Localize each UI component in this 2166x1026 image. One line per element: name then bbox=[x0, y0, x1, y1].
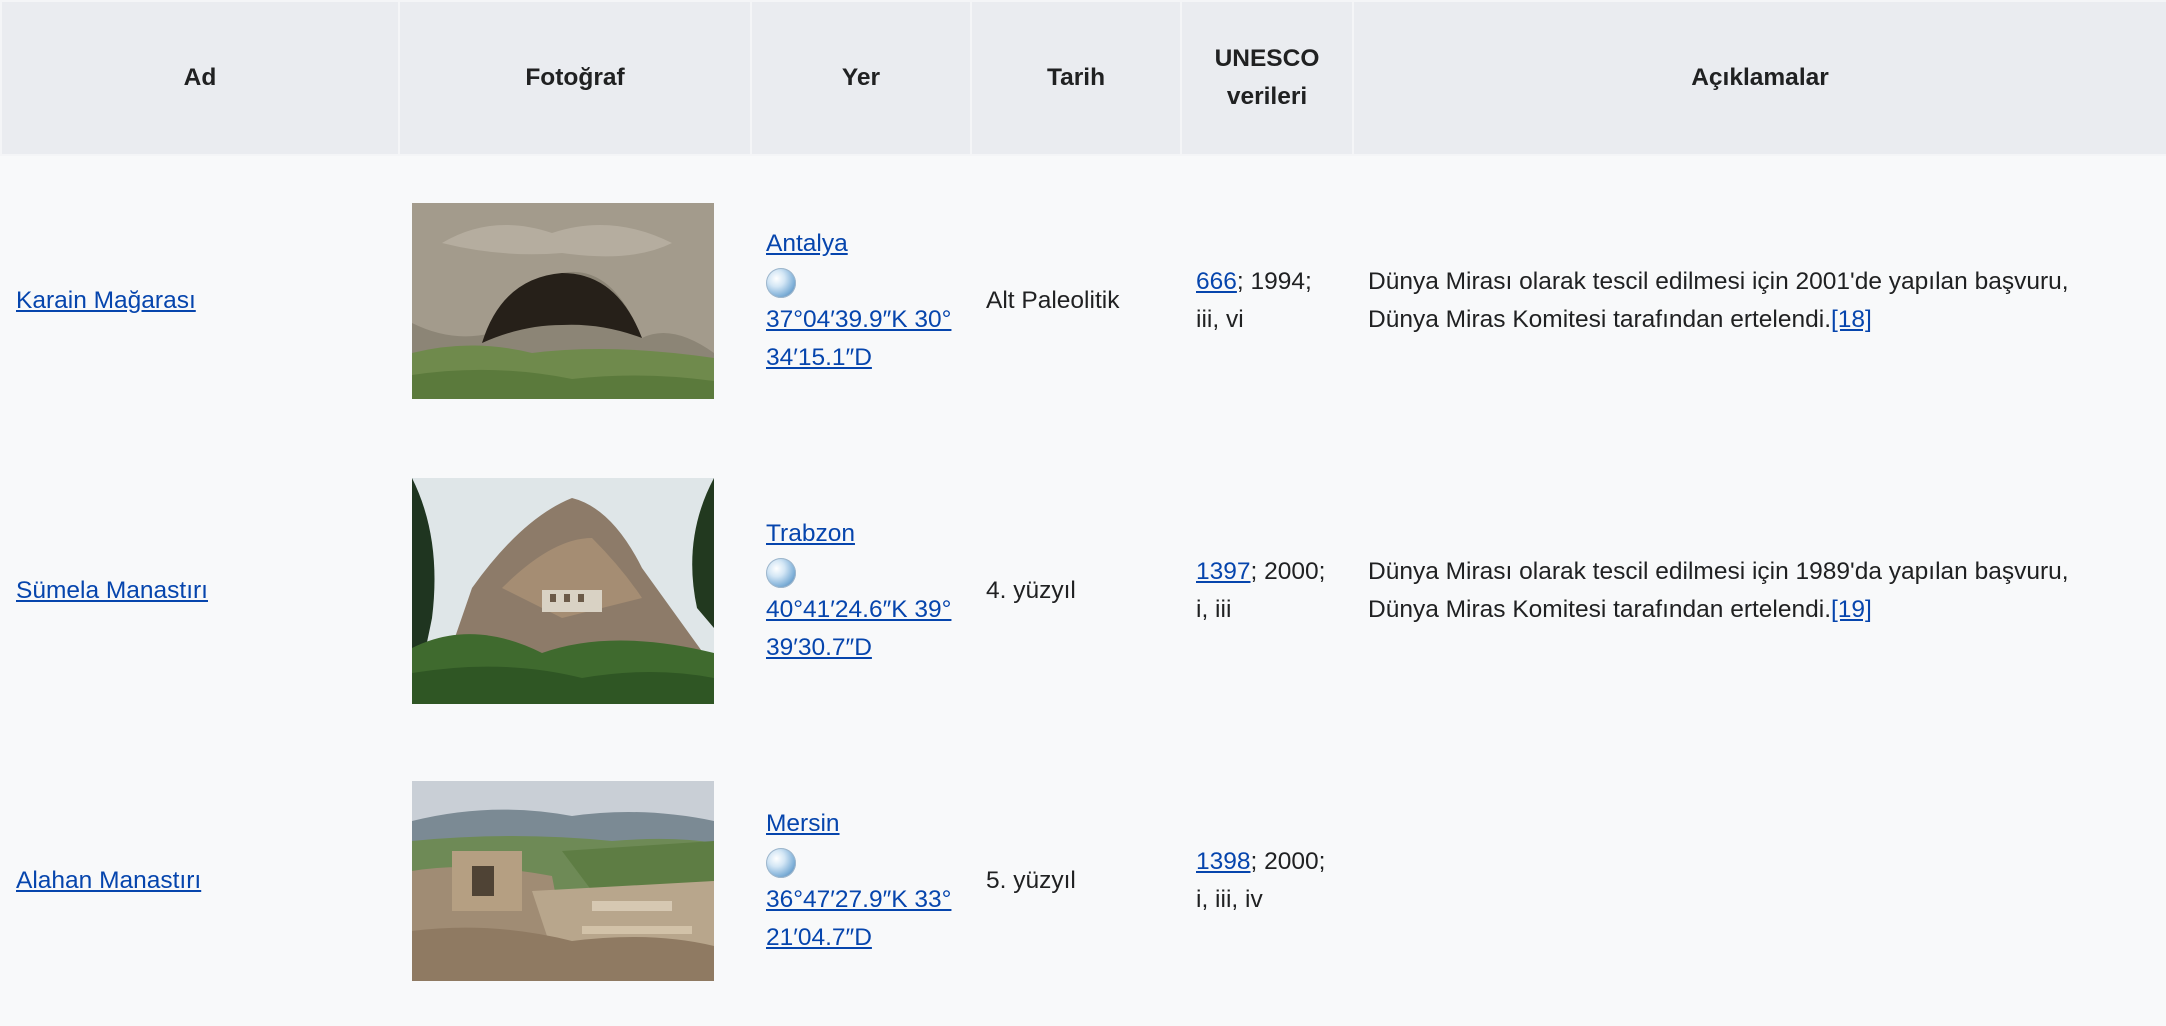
notes-line1: Dünya Mirası olarak tescil edilmesi için… bbox=[1368, 558, 2069, 585]
header-name: Ad bbox=[0, 0, 400, 156]
unesco-id-link[interactable]: 666 bbox=[1196, 268, 1237, 295]
coordinates-line1: 37°04′39.9″K 30° bbox=[766, 306, 952, 333]
date-cell: 5. yüzyıl bbox=[970, 736, 1181, 1026]
header-notes: Açıklamalar bbox=[1352, 0, 2166, 156]
unesco-id-link[interactable]: 1398 bbox=[1196, 848, 1251, 875]
unesco-id-link[interactable]: 1397 bbox=[1196, 558, 1251, 585]
coordinates-line2: 21′04.7″D bbox=[766, 924, 872, 951]
unesco-criteria: iii, vi bbox=[1196, 306, 1244, 333]
unesco-cell: 666; 1994; iii, vi bbox=[1180, 155, 1353, 446]
site-name-link[interactable]: Sümela Manastırı bbox=[16, 577, 208, 604]
ruins-photo-icon bbox=[412, 781, 714, 981]
site-photo[interactable] bbox=[412, 203, 714, 399]
unesco-cell: 1398; 2000; i, iii, iv bbox=[1180, 736, 1353, 1026]
location-cell: Antalya 37°04′39.9″K 30° 34′15.1″D bbox=[750, 155, 971, 446]
location-link[interactable]: Trabzon bbox=[766, 520, 855, 547]
location-cell: Mersin 36°47′27.9″K 33° 21′04.7″D bbox=[750, 736, 971, 1026]
site-name-link[interactable]: Alahan Manastırı bbox=[16, 867, 201, 894]
coordinates-link[interactable]: 40°41′24.6″K 39° 39′30.7″D bbox=[766, 596, 951, 661]
cave-photo-icon bbox=[412, 203, 714, 399]
date-cell: Alt Paleolitik bbox=[970, 155, 1181, 446]
name-cell: Karain Mağarası bbox=[0, 155, 399, 446]
name-cell: Alahan Manastırı bbox=[0, 736, 399, 1026]
unesco-criteria: i, iii, iv bbox=[1196, 886, 1263, 913]
site-name-link[interactable]: Karain Mağarası bbox=[16, 287, 196, 314]
location-link[interactable]: Antalya bbox=[766, 230, 848, 257]
location-link[interactable]: Mersin bbox=[766, 810, 840, 837]
globe-icon[interactable] bbox=[766, 267, 796, 298]
photo-cell bbox=[398, 446, 751, 736]
unesco-year: ; 1994; bbox=[1236, 268, 1312, 295]
coordinates-line2: 39′30.7″D bbox=[766, 634, 872, 661]
table-row: Karain Mağarası Antalya 37°04′39.9″K 30°… bbox=[0, 155, 2166, 446]
table-row: Sümela Manastırı Trabzon 40°41′24.6″K 39… bbox=[0, 446, 2166, 736]
heritage-table: Ad Fotoğraf Yer Tarih UNESCO verileri Açı… bbox=[0, 0, 2166, 1026]
unesco-year: ; 2000; bbox=[1250, 848, 1326, 875]
table-row: Alahan Manastırı Mersin 36°47′27.9″K 33°… bbox=[0, 736, 2166, 1026]
header-row: Ad Fotoğraf Yer Tarih UNESCO verileri Açı… bbox=[0, 0, 2166, 156]
site-photo[interactable] bbox=[412, 781, 714, 981]
reference-link[interactable]: [18] bbox=[1831, 306, 1872, 333]
photo-cell bbox=[398, 155, 751, 446]
unesco-cell: 1397; 2000; i, iii bbox=[1180, 446, 1353, 736]
site-photo[interactable] bbox=[412, 478, 714, 704]
unesco-criteria: i, iii bbox=[1196, 596, 1232, 623]
coordinates-line2: 34′15.1″D bbox=[766, 344, 872, 371]
header-unesco-line1: UNESCO bbox=[1214, 45, 1320, 72]
header-date: Tarih bbox=[970, 0, 1182, 156]
coordinates-link[interactable]: 37°04′39.9″K 30° 34′15.1″D bbox=[766, 306, 951, 371]
location-cell: Trabzon 40°41′24.6″K 39° 39′30.7″D bbox=[750, 446, 971, 736]
monastery-cliff-photo-icon bbox=[412, 478, 714, 704]
coordinates-line1: 40°41′24.6″K 39° bbox=[766, 596, 952, 623]
reference-link[interactable]: [19] bbox=[1831, 596, 1872, 623]
notes-line2: Dünya Miras Komitesi tarafından ertelend… bbox=[1368, 306, 1831, 333]
globe-icon[interactable] bbox=[766, 847, 796, 878]
notes-cell bbox=[1352, 736, 2166, 1026]
globe-icon[interactable] bbox=[766, 557, 796, 588]
unesco-year: ; 2000; bbox=[1250, 558, 1326, 585]
coordinates-link[interactable]: 36°47′27.9″K 33° 21′04.7″D bbox=[766, 886, 951, 951]
header-photo: Fotoğraf bbox=[398, 0, 752, 156]
notes-cell: Dünya Mirası olarak tescil edilmesi için… bbox=[1352, 446, 2166, 736]
photo-cell bbox=[398, 736, 751, 1026]
notes-cell: Dünya Mirası olarak tescil edilmesi için… bbox=[1352, 155, 2166, 446]
notes-line1: Dünya Mirası olarak tescil edilmesi için… bbox=[1368, 268, 2069, 295]
coordinates-line1: 36°47′27.9″K 33° bbox=[766, 886, 952, 913]
name-cell: Sümela Manastırı bbox=[0, 446, 399, 736]
header-location: Yer bbox=[750, 0, 972, 156]
header-unesco-line2: verileri bbox=[1226, 83, 1308, 110]
header-unesco: UNESCO verileri bbox=[1180, 0, 1354, 156]
notes-line2: Dünya Miras Komitesi tarafından ertelend… bbox=[1368, 596, 1831, 623]
date-cell: 4. yüzyıl bbox=[970, 446, 1181, 736]
